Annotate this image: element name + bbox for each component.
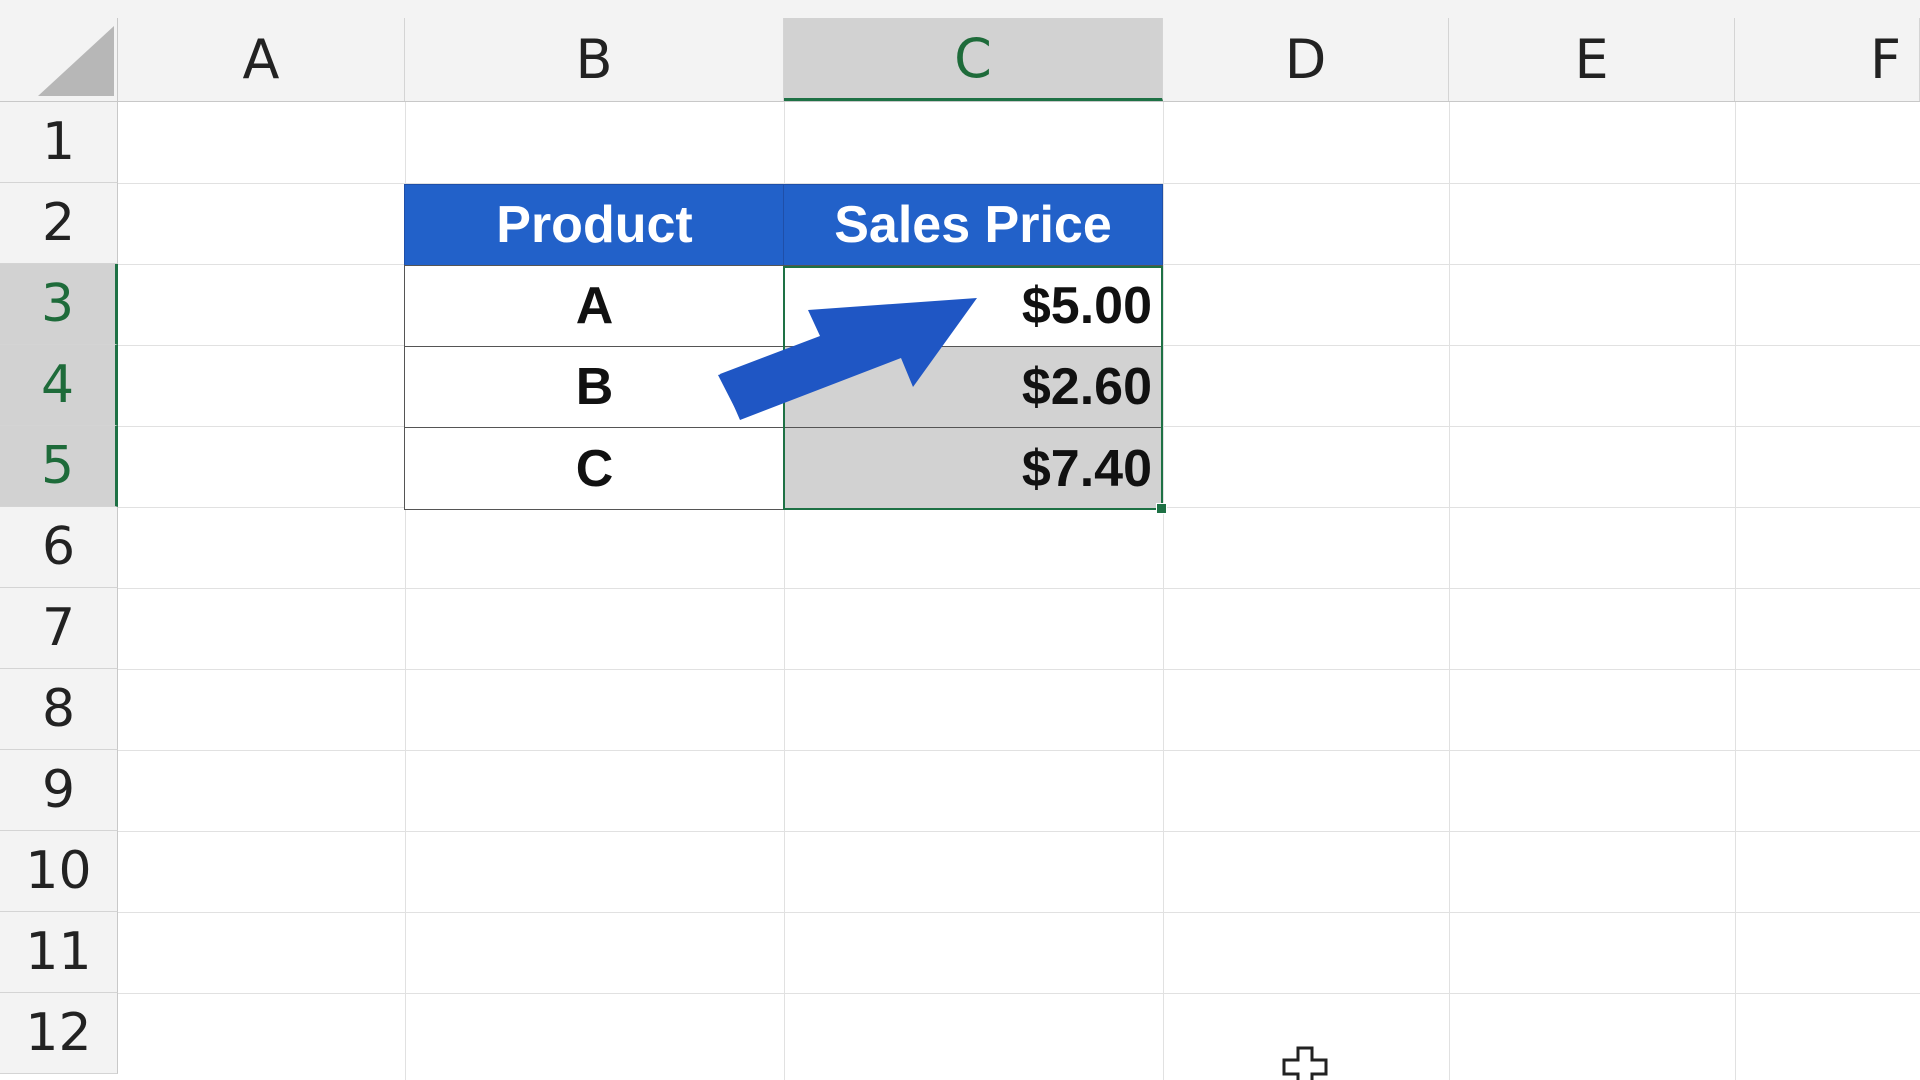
spreadsheet: A B C D E F 1 2 3 4 5 6 7 8 9 10 11 12 P… <box>0 0 1920 1080</box>
column-header-e[interactable]: E <box>1449 18 1735 101</box>
table-header-product[interactable]: Product <box>404 184 785 266</box>
column-header-b[interactable]: B <box>405 18 784 101</box>
row-header-12[interactable]: 12 <box>0 993 118 1074</box>
grid-line <box>118 750 1920 751</box>
row-header-4[interactable]: 4 <box>0 345 118 426</box>
cell-cursor-icon <box>1282 1046 1328 1080</box>
cell-b5[interactable]: C <box>404 427 785 510</box>
row-header-2[interactable]: 2 <box>0 183 118 264</box>
row-header-8[interactable]: 8 <box>0 669 118 750</box>
grid-line <box>1449 102 1450 1080</box>
grid-line <box>118 831 1920 832</box>
column-header-f[interactable]: F <box>1735 18 1920 101</box>
column-header-a[interactable]: A <box>118 18 405 101</box>
row-header-10[interactable]: 10 <box>0 831 118 912</box>
column-header-d[interactable]: D <box>1163 18 1449 101</box>
arrow-icon <box>718 298 977 420</box>
row-header-3[interactable]: 3 <box>0 264 118 345</box>
table-header-sales-price[interactable]: Sales Price <box>783 184 1163 266</box>
cell-c5[interactable]: $7.40 <box>783 427 1163 510</box>
row-header-9[interactable]: 9 <box>0 750 118 831</box>
row-header-11[interactable]: 11 <box>0 912 118 993</box>
row-header-6[interactable]: 6 <box>0 507 118 588</box>
select-all-button[interactable] <box>0 18 118 101</box>
ribbon-edge <box>0 0 1920 18</box>
fill-handle[interactable] <box>1156 503 1167 514</box>
column-header-row: A B C D E F <box>0 18 1920 102</box>
row-header-7[interactable]: 7 <box>0 588 118 669</box>
row-header-5[interactable]: 5 <box>0 426 118 507</box>
grid-line <box>118 588 1920 589</box>
select-all-triangle-icon <box>38 26 114 96</box>
grid-line <box>118 912 1920 913</box>
grid-line <box>118 669 1920 670</box>
row-header-1[interactable]: 1 <box>0 102 118 183</box>
grid-line <box>118 993 1920 994</box>
column-header-c[interactable]: C <box>784 18 1163 101</box>
grid-line <box>1163 102 1164 1080</box>
grid-line <box>1735 102 1736 1080</box>
